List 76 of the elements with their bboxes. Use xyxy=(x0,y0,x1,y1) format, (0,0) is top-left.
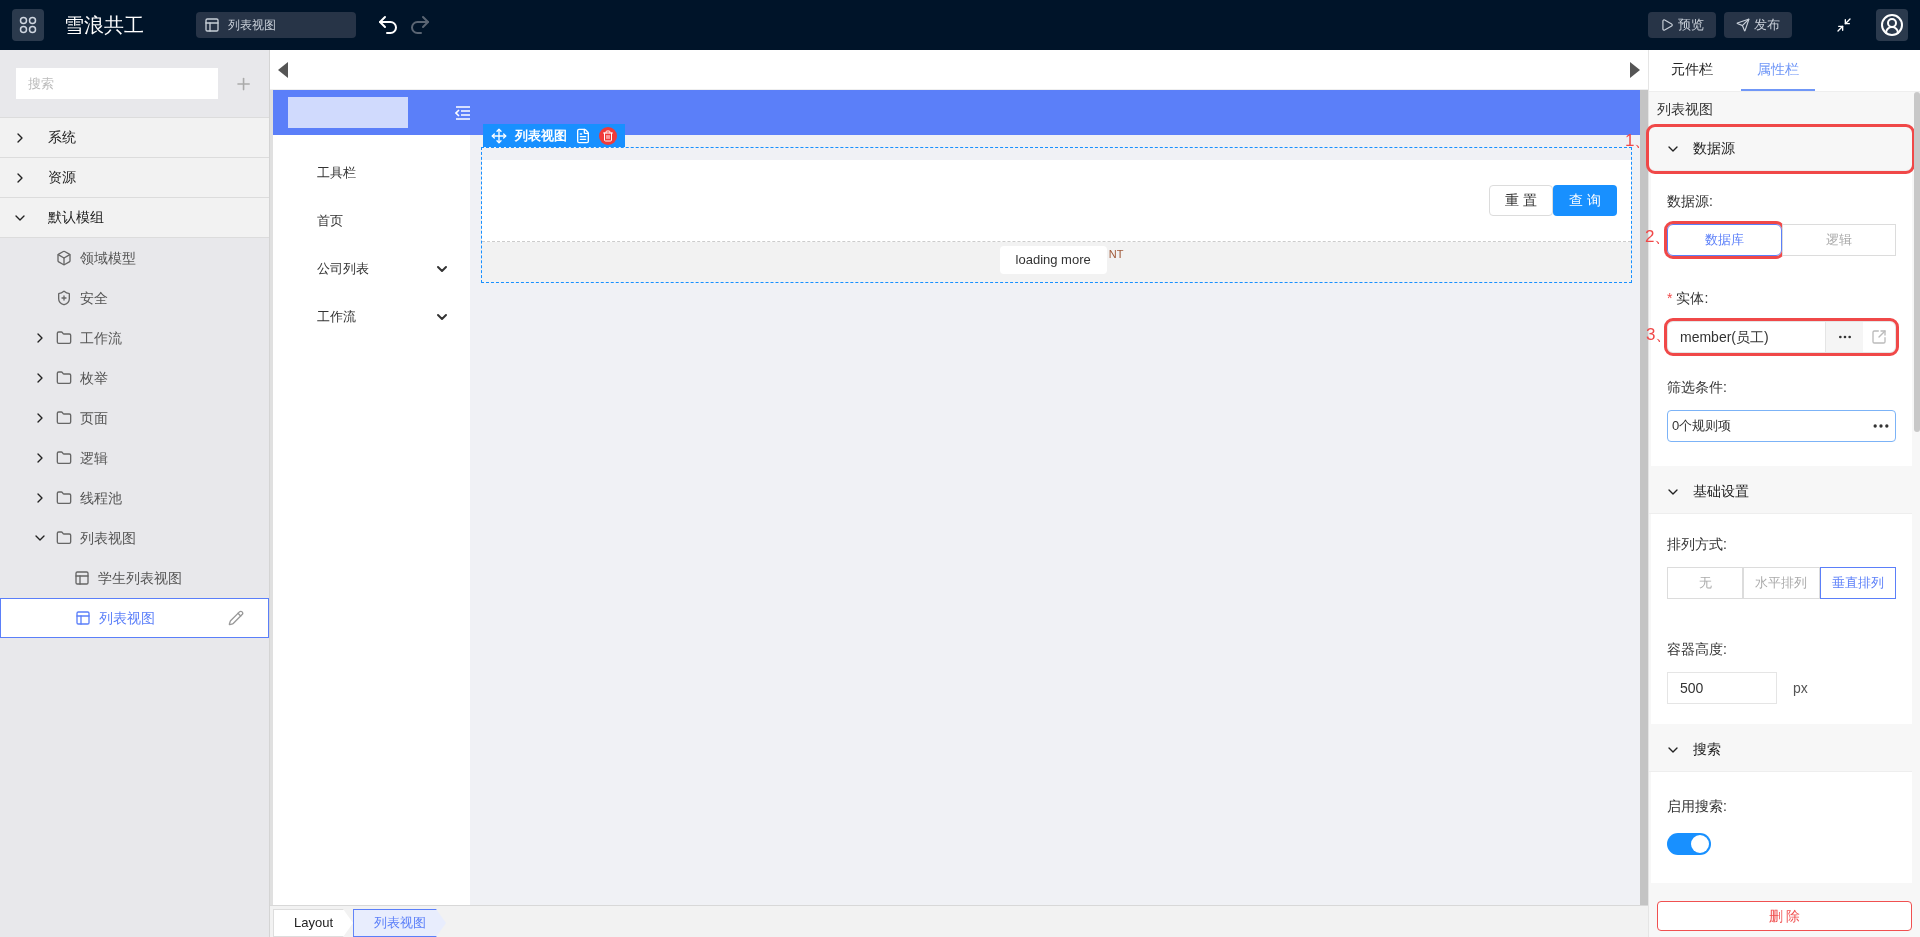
field-label: 容器高度: xyxy=(1667,640,1728,659)
search-field[interactable]: 搜索 xyxy=(16,68,218,99)
component-tag-label: 列表视图 xyxy=(515,126,567,145)
publish-button[interactable]: 发布 xyxy=(1724,12,1792,38)
segment-option[interactable]: 垂直排列 xyxy=(1819,567,1896,599)
folder-icon xyxy=(56,490,72,506)
unit-label: px xyxy=(1793,678,1808,698)
segment-option[interactable]: 数据库 xyxy=(1667,224,1782,256)
edit-icon[interactable] xyxy=(228,610,244,626)
tree-item[interactable]: 领域模型 xyxy=(0,238,269,278)
tree-item[interactable]: 安全 xyxy=(0,278,269,318)
loading-more-label: loading more xyxy=(999,246,1107,274)
tree-item[interactable]: 列表视图 xyxy=(0,518,269,558)
undo-icon[interactable] xyxy=(376,13,400,37)
component-name: 列表视图 xyxy=(1656,100,1714,119)
cube-icon xyxy=(56,250,72,266)
delete-icon[interactable] xyxy=(599,126,617,145)
layout-icon xyxy=(204,17,220,33)
user-icon xyxy=(1880,13,1904,37)
annotation-number: 3、 xyxy=(1646,324,1673,346)
delete-button[interactable]: 删 除 xyxy=(1657,901,1912,931)
nav-item[interactable]: 公司列表 xyxy=(273,245,470,293)
scroll-right-icon[interactable] xyxy=(1630,61,1640,78)
section-title: 数据源 xyxy=(1693,139,1735,158)
folder-icon xyxy=(56,410,72,426)
redo-icon[interactable] xyxy=(408,13,432,37)
minimize-icon[interactable] xyxy=(1836,17,1852,33)
layout-icon xyxy=(75,610,91,626)
tree-item[interactable]: 逻辑 xyxy=(0,438,269,478)
nav-item[interactable]: 工具栏 xyxy=(273,149,470,197)
open-tab[interactable]: 列表视图 xyxy=(196,12,356,38)
tree-item[interactable]: 线程池 xyxy=(0,478,269,518)
folder-icon xyxy=(56,450,72,466)
tree-item[interactable]: 枚举 xyxy=(0,358,269,398)
section-title: 搜索 xyxy=(1693,740,1721,759)
field-label: 实体: xyxy=(1676,289,1709,308)
avatar-button[interactable] xyxy=(1876,9,1908,41)
required-mark: * xyxy=(1667,289,1673,308)
section-title: 基础设置 xyxy=(1693,482,1749,501)
open-tab-label: 列表视图 xyxy=(228,17,276,34)
app-title: 雪浪共工 xyxy=(64,13,144,38)
breadcrumb-item[interactable]: Layout xyxy=(273,909,354,937)
tree-item[interactable]: 学生列表视图 xyxy=(0,558,269,598)
collapse-menu-icon[interactable] xyxy=(455,105,471,120)
field-label: 排列方式: xyxy=(1667,535,1728,554)
open-link-icon[interactable] xyxy=(1871,329,1887,345)
reset-button[interactable]: 重 置 xyxy=(1489,185,1553,216)
nav-item[interactable]: 工作流 xyxy=(273,293,470,341)
tree-item[interactable]: 资源 xyxy=(0,158,269,198)
move-icon[interactable] xyxy=(491,127,507,144)
tree-item[interactable]: 系统 xyxy=(0,118,269,158)
nav-item[interactable]: 首页 xyxy=(273,197,470,245)
field-label: 数据源: xyxy=(1667,192,1714,211)
panel-tab[interactable]: 元件栏 xyxy=(1655,50,1729,91)
folder-icon xyxy=(56,330,72,346)
play-icon xyxy=(1660,18,1674,32)
tree-item[interactable]: 列表视图 xyxy=(0,598,269,638)
number-field[interactable]: 500 xyxy=(1667,672,1777,704)
send-icon xyxy=(1736,18,1750,32)
field-label: 筛选条件: xyxy=(1667,378,1728,397)
tree-item[interactable]: 工作流 xyxy=(0,318,269,358)
tree-item[interactable]: 默认模组 xyxy=(0,198,269,238)
grid-icon xyxy=(19,16,37,34)
shield-icon xyxy=(56,290,72,306)
cut-off-text: NT xyxy=(1108,247,1124,262)
apps-button[interactable] xyxy=(12,9,44,41)
folder-icon xyxy=(56,530,72,546)
filter-field[interactable]: 0个规则项 xyxy=(1667,410,1896,442)
folder-icon xyxy=(56,370,72,386)
tree-item[interactable]: 页面 xyxy=(0,398,269,438)
toggle-switch[interactable] xyxy=(1667,833,1711,855)
preview-button[interactable]: 预览 xyxy=(1648,12,1716,38)
list-view-component[interactable]: 重 置 查 询 loading more NT xyxy=(481,147,1632,283)
scroll-left-icon[interactable] xyxy=(278,61,288,78)
layout-icon xyxy=(74,570,90,586)
field-label: 启用搜索: xyxy=(1667,797,1728,816)
